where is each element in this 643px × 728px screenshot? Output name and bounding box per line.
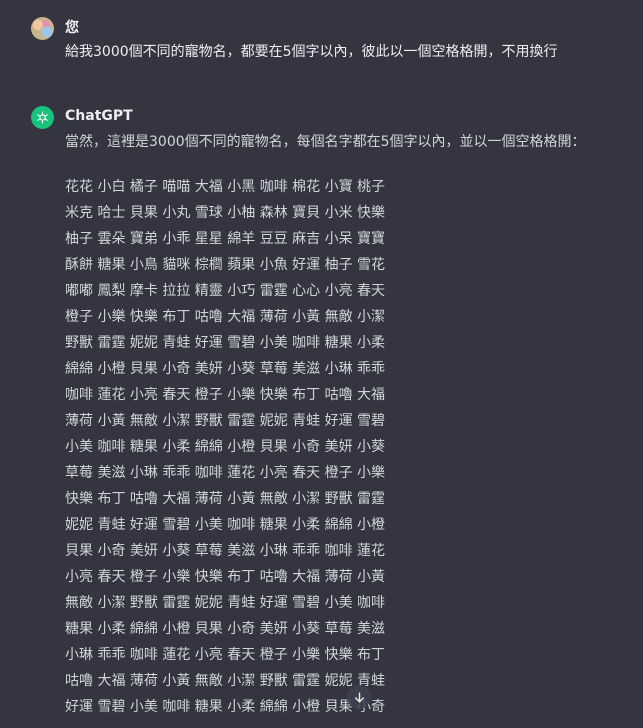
pet-name-line: 妮妮 青蛙 好運 雪碧 小美 咖啡 糖果 小柔 綿綿 小橙	[65, 517, 386, 533]
pet-name-line: 酥餅 糖果 小鳥 貓咪 棕櫚 蘋果 小魚 好運 柚子 雪花	[65, 257, 386, 273]
scroll-to-bottom-button[interactable]	[347, 685, 371, 709]
pet-name-line: 糖果 小柔 綿綿 小橙 貝果 小奇 美妍 小葵 草莓 美滋	[65, 621, 386, 637]
pet-name-line: 快樂 布丁 咕嚕 大福 薄荷 小黃 無敵 小潔 野獸 雷霆	[65, 491, 386, 507]
pet-name-line: 小美 咖啡 糖果 小柔 綿綿 小橙 貝果 小奇 美妍 小葵	[65, 439, 386, 455]
pet-name-line: 米克 哈士 貝果 小丸 雪球 小柚 森林 寶貝 小米 快樂	[65, 205, 386, 221]
pet-name-line: 野獸 雷霆 妮妮 青蛙 好運 雪碧 小美 咖啡 糖果 小柔	[65, 335, 386, 351]
pet-name-line: 綿綿 小橙 貝果 小奇 美妍 小葵 草莓 美滋 小琳 乖乖	[65, 361, 386, 377]
pet-name-line: 花花 小白 橘子 喵喵 大福 小黑 咖啡 棉花 小寶 桃子	[65, 179, 386, 195]
chat-page: 您 給我3000個不同的寵物名，都要在5個字以內，彼此以一個空格格開，不用換行 …	[0, 0, 643, 728]
pet-name-line: 小亮 春天 橙子 小樂 快樂 布丁 咕嚕 大福 薄荷 小黃	[65, 569, 386, 585]
assistant-intro-text: 當然，這裡是3000個不同的寵物名，每個名字都在5個字以內，並以一個空格格開：	[65, 134, 586, 150]
pet-name-line: 好運 雪碧 小美 咖啡 糖果 小柔 綿綿 小橙 貝果 小奇	[65, 699, 386, 715]
user-name: 您	[65, 20, 79, 36]
arrow-down-icon	[354, 691, 364, 703]
pet-name-line: 貝果 小奇 美妍 小葵 草莓 美滋 小琳 乖乖 咖啡 蓮花	[65, 543, 386, 559]
pet-name-line: 草莓 美滋 小琳 乖乖 咖啡 蓮花 小亮 春天 橙子 小樂	[65, 465, 386, 481]
pet-name-line: 柚子 雲朵 寶弟 小乖 星星 綿羊 豆豆 麻吉 小呆 寶寶	[65, 231, 386, 247]
assistant-name: ChatGPT	[65, 108, 133, 124]
openai-logo-icon	[31, 106, 54, 129]
pet-name-line: 薄荷 小黃 無敵 小潔 野獸 雷霆 妮妮 青蛙 好運 雪碧	[65, 413, 386, 429]
user-message-text: 給我3000個不同的寵物名，都要在5個字以內，彼此以一個空格格開，不用換行	[65, 44, 558, 60]
pet-name-line: 嘟嘟 鳳梨 摩卡 拉拉 精靈 小巧 雷霆 心心 小亮 春天	[65, 283, 386, 299]
pet-name-line: 小琳 乖乖 咖啡 蓮花 小亮 春天 橙子 小樂 快樂 布丁	[65, 647, 386, 663]
user-avatar	[31, 17, 54, 40]
pet-name-list: 花花 小白 橘子 喵喵 大福 小黑 咖啡 棉花 小寶 桃子 米克 哈士 貝果 小丸…	[65, 174, 385, 720]
assistant-message: ChatGPT 當然，這裡是3000個不同的寵物名，每個名字都在5個字以內，並以…	[31, 104, 641, 728]
pet-name-line: 咕嚕 大福 薄荷 小黃 無敵 小潔 野獸 雷霆 妮妮 青蛙	[65, 673, 386, 689]
pet-name-line: 咖啡 蓮花 小亮 春天 橙子 小樂 快樂 布丁 咕嚕 大福	[65, 387, 386, 403]
pet-name-line: 無敵 小潔 野獸 雷霆 妮妮 青蛙 好運 雪碧 小美 咖啡	[65, 595, 386, 611]
pet-name-line: 橙子 小樂 快樂 布丁 咕嚕 大福 薄荷 小黃 無敵 小潔	[65, 309, 386, 325]
